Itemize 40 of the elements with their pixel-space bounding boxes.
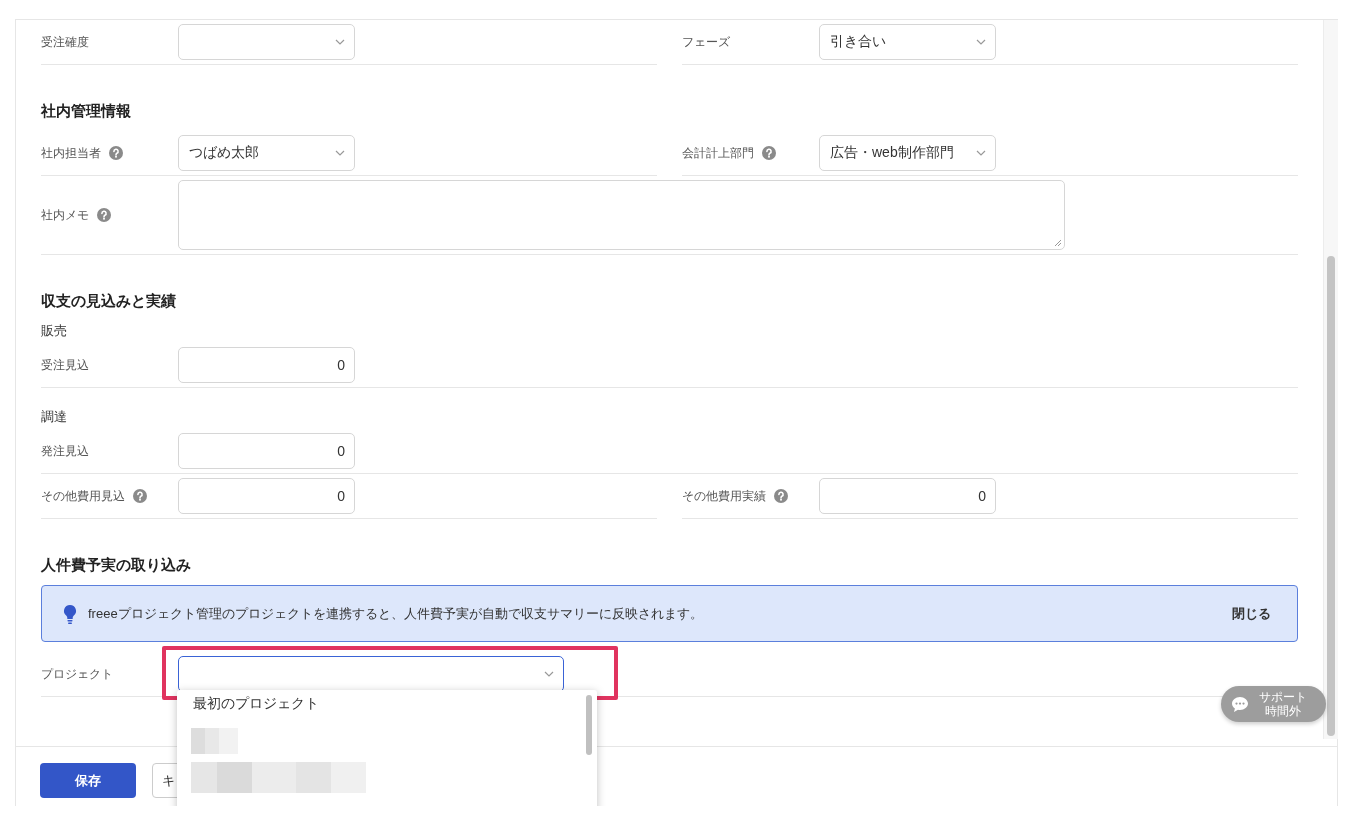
- scrollbar-thumb[interactable]: [1327, 256, 1335, 736]
- field-label: 社内担当者: [41, 144, 101, 162]
- blurred-option[interactable]: [191, 728, 238, 754]
- field-label: 発注見込: [41, 442, 89, 460]
- chevron-down-icon: [335, 150, 345, 156]
- chevron-down-icon: [544, 671, 554, 677]
- number-field[interactable]: 0: [819, 478, 996, 514]
- field-label: 受注確度: [41, 33, 89, 51]
- info-message: freeeプロジェクト管理のプロジェクトを連携すると、人件費予実が自動で収支サマリーに反映されます。: [88, 604, 704, 623]
- field-label: プロジェクト: [41, 665, 113, 683]
- select-field[interactable]: 引き合い: [819, 24, 996, 60]
- subsection-heading: 調達: [41, 408, 68, 426]
- chat-bubble-icon: [1231, 695, 1249, 713]
- section-heading: 収支の見込みと実績: [41, 291, 177, 311]
- select-field[interactable]: [178, 656, 564, 692]
- number-field[interactable]: 0: [178, 478, 355, 514]
- field-label: フェーズ: [682, 33, 730, 51]
- section-heading: 人件費予実の取り込み: [41, 555, 192, 575]
- scrollbar-thumb[interactable]: [586, 695, 592, 755]
- field-label: その他費用見込: [41, 487, 125, 505]
- chevron-down-icon: [976, 39, 986, 45]
- select-field[interactable]: 広告・web制作部門: [819, 135, 996, 171]
- blurred-option[interactable]: [191, 762, 366, 793]
- select-field[interactable]: つばめ太郎: [178, 135, 355, 171]
- save-button[interactable]: 保存: [40, 763, 136, 798]
- field-label: 会計計上部門: [682, 144, 754, 162]
- field-label: その他費用実績: [682, 487, 766, 505]
- resize-grip-icon: [1053, 238, 1062, 247]
- field-label: 受注見込: [41, 356, 89, 374]
- subsection-heading: 販売: [41, 322, 68, 340]
- chevron-down-icon: [335, 39, 345, 45]
- close-link[interactable]: 閉じる: [1232, 604, 1271, 623]
- number-field[interactable]: 0: [178, 347, 355, 383]
- chevron-down-icon: [976, 150, 986, 156]
- field-label: 社内メモ: [41, 206, 89, 224]
- memo-textarea[interactable]: [178, 180, 1065, 250]
- dropdown-option[interactable]: 最初のプロジェクト: [177, 690, 597, 720]
- number-field[interactable]: 0: [178, 433, 355, 469]
- lightbulb-icon: [62, 603, 78, 624]
- section-heading: 社内管理情報: [41, 101, 132, 121]
